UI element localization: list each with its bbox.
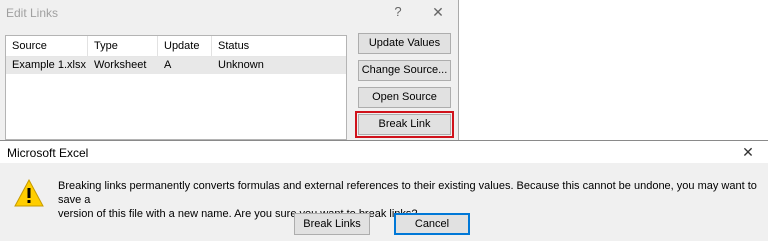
break-link-button[interactable]: Break Link	[355, 111, 454, 138]
cell-type: Worksheet	[94, 59, 147, 71]
cell-update: A	[164, 59, 172, 71]
column-header-status[interactable]: Status	[212, 36, 346, 56]
column-header-type[interactable]: Type	[88, 36, 158, 56]
edit-links-dialog: Edit Links ? ✕ Source Type Update Status…	[0, 0, 459, 140]
message-line-1: Breaking links permanently converts form…	[58, 180, 757, 206]
cell-status: Unknown	[218, 59, 264, 71]
message-box-close-icon[interactable]: ✕	[737, 142, 759, 162]
dialog-title: Edit Links	[6, 6, 59, 20]
help-button[interactable]: ?	[388, 2, 408, 22]
cell-source: Example 1.xlsx	[12, 59, 86, 71]
message-box-titlebar: Microsoft Excel ✕	[0, 141, 768, 163]
warning-icon	[14, 179, 44, 207]
close-icon[interactable]: ✕	[428, 2, 448, 22]
links-list[interactable]: Source Type Update Status Example 1.xlsx…	[5, 35, 347, 140]
cancel-button[interactable]: Cancel	[394, 213, 470, 235]
table-row[interactable]: Example 1.xlsx Worksheet A Unknown	[6, 57, 346, 74]
change-source-button[interactable]: Change Source...	[358, 60, 451, 81]
column-header-source[interactable]: Source	[6, 36, 88, 56]
message-box-body: Breaking links permanently converts form…	[0, 163, 768, 241]
break-links-button[interactable]: Break Links	[294, 213, 370, 235]
links-list-header: Source Type Update Status	[6, 36, 346, 57]
column-header-update[interactable]: Update	[158, 36, 212, 56]
open-source-button[interactable]: Open Source	[358, 87, 451, 108]
message-box-title: Microsoft Excel	[7, 146, 89, 160]
update-values-button[interactable]: Update Values	[358, 33, 451, 54]
excel-message-box: Microsoft Excel ✕ Breaking links permane…	[0, 140, 768, 241]
